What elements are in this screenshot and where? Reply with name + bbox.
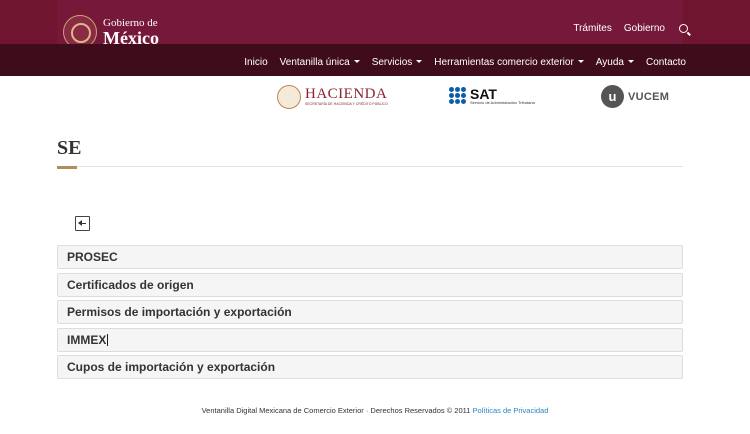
caret-down-icon [627,60,634,63]
vucem-circle-icon: u [601,85,624,108]
list-item-immex[interactable]: IMMEX [57,327,683,352]
logo-line1: Gobierno de [103,16,158,29]
top-link-tramites[interactable]: Trámites [573,23,612,34]
top-link-gobierno[interactable]: Gobierno [624,23,665,34]
sat-dots-icon [449,87,467,105]
title-accent-bar [57,166,77,169]
list-item-certificados-origen[interactable]: Certificados de origen [57,272,683,297]
caret-down-icon [416,60,423,63]
top-links: Trámites Gobierno [573,23,688,34]
nav-item-herramientas[interactable]: Herramientas comercio exterior [434,57,584,68]
page-title: SE [57,137,82,159]
caret-down-icon [577,60,584,63]
category-list: PROSEC Certificados de origen Permisos d… [57,245,683,383]
text-cursor [107,333,109,346]
footer: Ventanilla Digital Mexicana de Comercio … [0,406,750,415]
privacy-policy-link[interactable]: Políticas de Privacidad [473,406,549,415]
nav-item-inicio[interactable]: Inicio [244,57,267,68]
hacienda-name: HACIENDA [305,86,388,103]
sat-name: SAT [470,86,497,102]
hacienda-seal-icon [277,85,301,109]
partner-logos: HACIENDA SECRETARÍA DE HACIENDA Y CRÉDIT… [0,76,750,116]
nav-item-servicios[interactable]: Servicios [372,57,423,68]
main-navbar: Inicio Ventanilla única Servicios Herram… [0,44,750,76]
footer-text: Ventanilla Digital Mexicana de Comercio … [201,406,473,415]
sat-subtitle: Servicio de Administración Tributaria [470,100,535,105]
caret-down-icon [353,60,360,63]
back-arrow-icon [78,220,86,226]
nav-item-ayuda[interactable]: Ayuda [596,57,634,68]
title-divider [57,166,683,167]
list-item-permisos[interactable]: Permisos de importación y exportación [57,300,683,324]
list-item-prosec[interactable]: PROSEC [57,245,683,269]
nav-item-contacto[interactable]: Contacto [646,57,686,68]
list-item-cupos[interactable]: Cupos de importación y exportación [57,355,683,379]
vucem-logo[interactable]: u VUCEM [601,85,669,108]
hacienda-subtitle: SECRETARÍA DE HACIENDA Y CRÉDITO PÚBLICO [305,102,388,107]
sat-logo[interactable]: SAT Servicio de Administración Tributari… [449,87,535,105]
back-button[interactable] [75,216,90,231]
nav-item-ventanilla-unica[interactable]: Ventanilla única [280,57,360,68]
search-icon[interactable] [679,24,688,33]
hacienda-logo[interactable]: HACIENDA SECRETARÍA DE HACIENDA Y CRÉDIT… [277,85,388,109]
main-nav: Inicio Ventanilla única Servicios Herram… [244,57,686,68]
vucem-name: VUCEM [628,90,670,103]
